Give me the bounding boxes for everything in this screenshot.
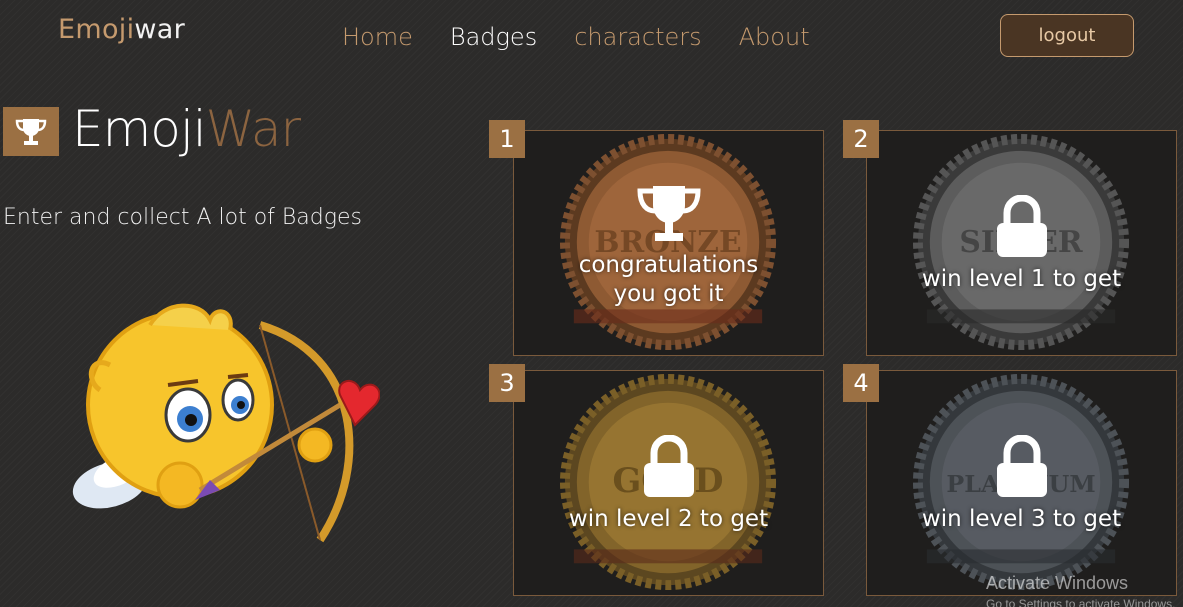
- badge-card-bronze[interactable]: BRONZE congratulations you got it: [513, 130, 824, 356]
- lock-icon: [643, 435, 694, 497]
- badge-card-platinum[interactable]: PLATINUM win level 3 to get: [866, 370, 1177, 596]
- nav-home[interactable]: Home: [342, 23, 413, 51]
- badge-number: 2: [843, 120, 879, 158]
- brand-part1: Emoji: [58, 14, 135, 45]
- windows-activation-subtitle: Go to Settings to activate Windows.: [986, 597, 1176, 607]
- bronze-medal-image: BRONZE: [559, 133, 777, 351]
- hero-title-part1: Emoji: [72, 100, 207, 158]
- logout-button[interactable]: logout: [1000, 14, 1134, 57]
- badge-status-line1: congratulations: [578, 252, 759, 278]
- badge-card-gold[interactable]: GOLD win level 2 to get: [513, 370, 824, 596]
- windows-activation-title: Activate Windows: [986, 573, 1129, 593]
- brand-part2: war: [134, 14, 186, 45]
- trophy-icon: [15, 118, 47, 145]
- cupid-emoji-illustration: [72, 303, 380, 543]
- badge-status-line1: win level 3 to get: [921, 506, 1122, 532]
- main-nav: Home Badges characters About: [342, 23, 847, 51]
- badge-status-line1: win level 1 to get: [921, 266, 1122, 292]
- brand-logo[interactable]: Emojiwar: [58, 14, 185, 45]
- hero-title-part2: War: [205, 100, 301, 158]
- badge-number: 4: [843, 364, 879, 402]
- badge-status-line1: win level 2 to get: [568, 506, 769, 532]
- trophy-badge: [3, 107, 59, 156]
- lock-icon: [996, 195, 1047, 257]
- hero-title: EmojiWar: [72, 100, 301, 158]
- badge-status-line2: you got it: [613, 281, 724, 307]
- badge-card-silver[interactable]: SILVER win level 1 to get: [866, 130, 1177, 356]
- trophy-icon: [636, 186, 701, 241]
- tagline: Enter and collect A lot of Badges: [3, 205, 362, 230]
- lock-icon: [996, 435, 1047, 497]
- badge-number: 3: [489, 364, 525, 402]
- badge-number: 1: [489, 120, 525, 158]
- nav-about[interactable]: About: [739, 23, 810, 51]
- nav-badges[interactable]: Badges: [450, 23, 537, 51]
- nav-characters[interactable]: characters: [574, 23, 701, 51]
